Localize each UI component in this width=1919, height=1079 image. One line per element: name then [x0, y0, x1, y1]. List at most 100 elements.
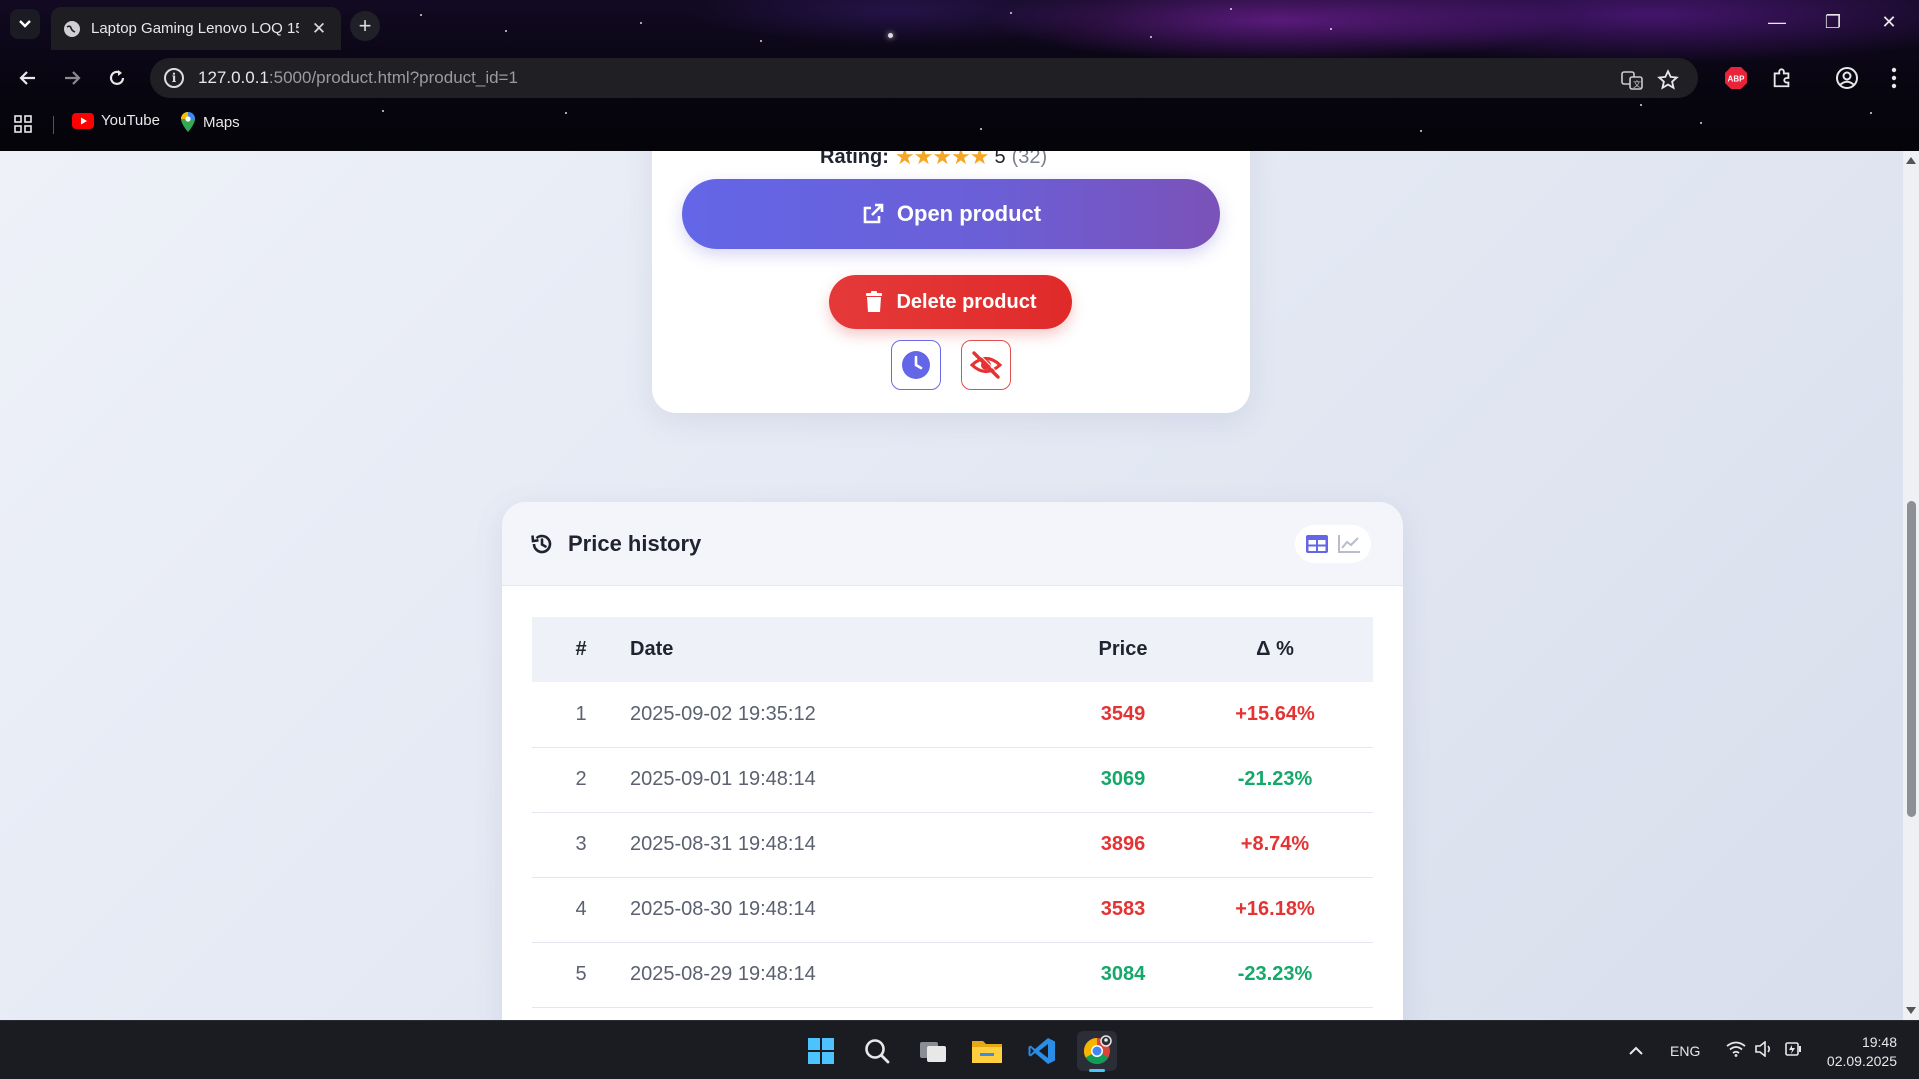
tab-close-icon[interactable]: ✕	[309, 19, 329, 39]
table-view-button[interactable]	[1302, 529, 1332, 559]
vscode-button[interactable]	[1022, 1031, 1062, 1071]
chrome-icon	[1083, 1035, 1112, 1065]
row-index: 5	[532, 942, 630, 1008]
forward-button[interactable]	[58, 64, 86, 92]
start-button[interactable]	[801, 1031, 841, 1071]
adblock-extension-icon[interactable]: ABP	[1724, 66, 1748, 90]
delete-product-button[interactable]: Delete product	[829, 275, 1072, 329]
scrollbar-thumb[interactable]	[1907, 501, 1916, 817]
bookmarks-divider	[53, 116, 54, 134]
arrow-left-icon	[19, 71, 35, 85]
wifi-icon[interactable]	[1726, 1041, 1746, 1060]
globe-icon	[64, 20, 80, 37]
windows-taskbar: ENG 19:48 02.09.2025	[0, 1020, 1919, 1079]
column-header-delta: Δ %	[1177, 617, 1373, 682]
profile-avatar-icon[interactable]	[1835, 66, 1859, 90]
price-history-title: Price history	[568, 530, 702, 556]
row-date: 2025-08-31 19:48:14	[630, 812, 1069, 878]
trash-icon	[866, 291, 883, 312]
restore-button[interactable]: ❐	[1818, 12, 1848, 33]
column-header-price: Price	[1069, 617, 1177, 682]
taskbar-search-button[interactable]	[857, 1031, 897, 1071]
system-tray: ENG	[1628, 1021, 1804, 1079]
page-viewport: Rating: ★★★★★ 5 (32) Open product Delete…	[0, 151, 1919, 1020]
clock-date: 02.09.2025	[1826, 1053, 1897, 1069]
row-delta: -21.23%	[1177, 747, 1373, 813]
row-delta: +8.74%	[1177, 812, 1373, 878]
file-explorer-button[interactable]	[967, 1031, 1007, 1071]
table-row: 1 2025-09-02 19:35:12 3549 +15.64%	[532, 682, 1373, 748]
new-tab-button[interactable]: +	[350, 11, 380, 41]
svg-text:ABP: ABP	[1728, 75, 1746, 84]
tray-overflow-chevron-icon[interactable]	[1628, 1043, 1644, 1059]
hide-product-button[interactable]	[961, 340, 1011, 390]
table-row: 2 2025-09-01 19:48:14 3069 -21.23%	[532, 747, 1373, 813]
battery-icon[interactable]	[1782, 1040, 1804, 1061]
column-header-index: #	[532, 617, 630, 682]
price-history-card: Price history # Date Price Δ % 1 2025-09…	[502, 502, 1403, 1020]
product-rating: Rating: ★★★★★ 5 (32)	[820, 151, 1047, 170]
rating-value: 5	[994, 151, 1006, 168]
table-row: 3 2025-08-31 19:48:14 3896 +8.74%	[532, 812, 1373, 878]
translate-icon[interactable]: 文	[1620, 68, 1644, 92]
close-window-button[interactable]: ✕	[1874, 12, 1904, 33]
table-row: 5 2025-08-29 19:48:14 3084 -23.23%	[532, 942, 1373, 1008]
row-price: 3549	[1069, 682, 1177, 748]
minimize-button[interactable]: —	[1762, 12, 1792, 33]
row-price: 3896	[1069, 812, 1177, 878]
youtube-icon	[72, 112, 94, 129]
price-history-table: # Date Price Δ % 1 2025-09-02 19:35:12 3…	[532, 617, 1373, 1008]
clock-time: 19:48	[1861, 1034, 1897, 1050]
language-indicator[interactable]: ENG	[1670, 1043, 1700, 1059]
tab-strip: Laptop Gaming Lenovo LOQ 15 ✕ + — ❐ ✕	[0, 0, 1919, 50]
scroll-down-arrow-icon[interactable]	[1906, 1007, 1916, 1014]
chrome-taskbar-button[interactable]	[1077, 1031, 1117, 1072]
row-date: 2025-08-29 19:48:14	[630, 942, 1069, 1008]
bookmarks-bar: YouTube Maps	[0, 108, 1919, 142]
row-delta: +15.64%	[1177, 682, 1373, 748]
schedule-button[interactable]	[891, 340, 941, 390]
row-price: 3084	[1069, 942, 1177, 1008]
rating-stars: ★★★★★	[894, 151, 990, 169]
delete-product-label: Delete product	[896, 290, 1037, 313]
svg-text:文: 文	[1633, 79, 1641, 89]
browser-chrome: Laptop Gaming Lenovo LOQ 15 ✕ + — ❐ ✕ i …	[0, 0, 1919, 151]
reload-icon	[109, 70, 125, 85]
row-price: 3583	[1069, 877, 1177, 943]
apps-grid-icon[interactable]	[14, 115, 32, 133]
view-toggle	[1295, 525, 1371, 563]
taskbar-clock[interactable]: 19:48 02.09.2025	[1827, 1033, 1897, 1071]
row-delta: +16.18%	[1177, 877, 1373, 943]
bookmark-star-icon[interactable]	[1656, 68, 1680, 92]
page-scrollbar[interactable]	[1903, 151, 1919, 1020]
extensions-puzzle-icon[interactable]	[1770, 66, 1794, 90]
search-icon	[865, 1039, 890, 1064]
arrow-right-icon	[65, 71, 81, 85]
open-product-button[interactable]: Open product	[682, 179, 1220, 249]
row-index: 4	[532, 877, 630, 943]
reload-button[interactable]	[103, 64, 131, 92]
tab-active[interactable]: Laptop Gaming Lenovo LOQ 15 ✕	[51, 7, 341, 50]
scroll-up-arrow-icon[interactable]	[1906, 157, 1916, 164]
folder-icon	[972, 1041, 1002, 1063]
vscode-icon	[1028, 1038, 1055, 1064]
task-view-button[interactable]	[913, 1031, 953, 1071]
external-link-icon	[863, 203, 884, 224]
rating-label: Rating:	[820, 151, 889, 168]
row-date: 2025-08-30 19:48:14	[630, 877, 1069, 943]
open-product-label: Open product	[896, 201, 1042, 226]
bookmark-youtube[interactable]: YouTube	[72, 112, 160, 129]
site-info-icon[interactable]: i	[164, 68, 184, 88]
price-history-header: Price history	[502, 502, 1403, 586]
more-menu-icon[interactable]	[1882, 66, 1906, 90]
bookmark-maps[interactable]: Maps	[180, 112, 240, 132]
tab-search-button[interactable]	[10, 9, 40, 39]
volume-icon[interactable]	[1754, 1040, 1774, 1060]
address-bar[interactable]: i 127.0.0.1:5000/product.html?product_id…	[150, 58, 1698, 98]
row-price: 3069	[1069, 747, 1177, 813]
row-delta: -23.23%	[1177, 942, 1373, 1008]
task-view-icon	[920, 1042, 946, 1062]
url-text[interactable]: 127.0.0.1:5000/product.html?product_id=1	[198, 68, 518, 88]
back-button[interactable]	[14, 64, 42, 92]
chart-view-button[interactable]	[1334, 529, 1364, 559]
